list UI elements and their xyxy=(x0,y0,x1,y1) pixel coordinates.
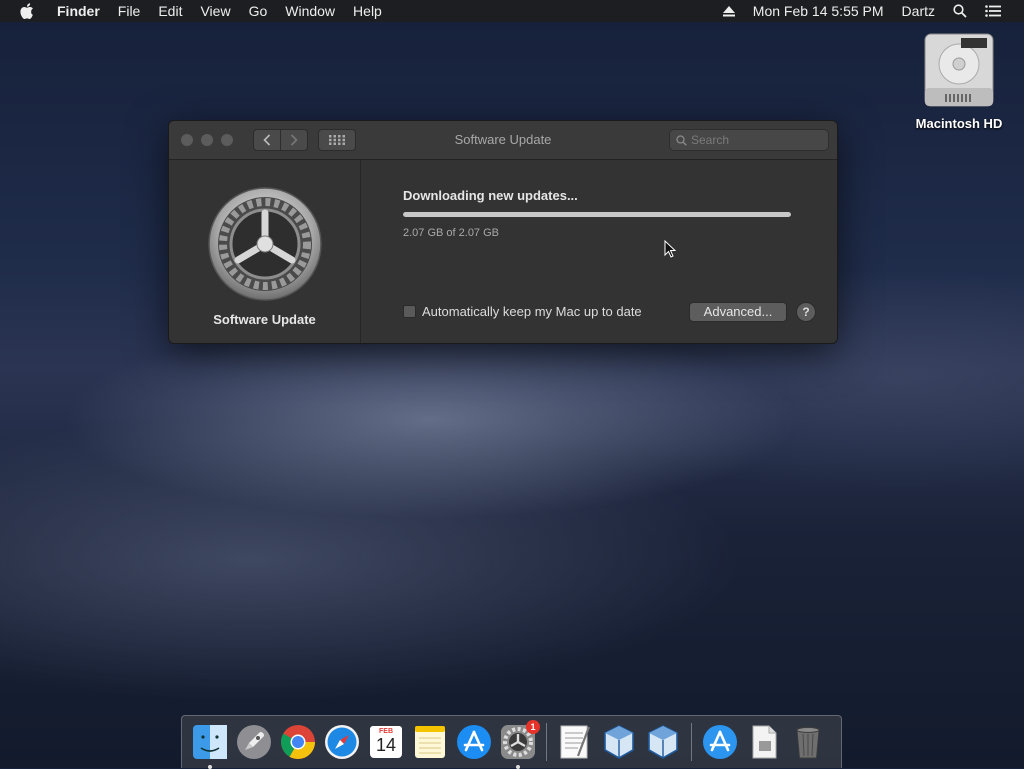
zoom-window-button[interactable] xyxy=(221,134,233,146)
software-update-window: Software Update Search Software Update D… xyxy=(168,120,838,344)
dock-separator xyxy=(691,723,692,761)
menu-user[interactable]: Dartz xyxy=(893,0,944,22)
spotlight-search-icon[interactable] xyxy=(944,4,976,18)
finder-icon xyxy=(193,725,227,759)
dock-system-preferences[interactable]: 1 xyxy=(499,720,540,769)
dock-document[interactable] xyxy=(745,723,783,761)
dock-app-store-downloads[interactable] xyxy=(701,723,739,761)
virtualbox-icon xyxy=(604,725,634,759)
calendar-month: FEB xyxy=(379,728,393,735)
drive-label: Macintosh HD xyxy=(915,116,1003,131)
notification-center-icon[interactable] xyxy=(976,5,1010,17)
auto-update-checkbox[interactable] xyxy=(403,305,416,318)
pane-label: Software Update xyxy=(213,312,316,327)
gear-icon xyxy=(208,187,322,301)
menu-file[interactable]: File xyxy=(109,0,150,22)
app-store-icon xyxy=(457,725,491,759)
forward-button[interactable] xyxy=(281,129,308,151)
dock: FEB 14 1 xyxy=(181,715,842,769)
download-progress-bar xyxy=(403,212,791,217)
menu-app-name[interactable]: Finder xyxy=(48,0,109,22)
update-status-pane: Downloading new updates... 2.07 GB of 2.… xyxy=(361,160,837,343)
search-icon xyxy=(676,134,687,146)
chevron-right-icon xyxy=(290,134,298,146)
hard-drive-icon xyxy=(924,33,994,107)
dock-calendar[interactable]: FEB 14 xyxy=(367,723,405,761)
menu-bar: Finder File Edit View Go Window Help Mon… xyxy=(0,0,1024,22)
window-titlebar[interactable]: Software Update xyxy=(169,121,837,160)
document-icon xyxy=(752,725,777,759)
rocket-icon xyxy=(237,725,271,759)
dock-trash[interactable] xyxy=(789,723,827,761)
preference-pane-sidebar: Software Update xyxy=(169,160,361,343)
download-size-info: 2.07 GB of 2.07 GB xyxy=(403,227,500,239)
mouse-cursor-icon xyxy=(664,240,676,258)
dock-safari[interactable] xyxy=(323,723,361,761)
minimize-window-button[interactable] xyxy=(201,134,213,146)
virtualbox-icon xyxy=(648,725,678,759)
notification-badge: 1 xyxy=(526,720,540,734)
search-field[interactable] xyxy=(669,129,829,151)
dock-virtualbox[interactable] xyxy=(600,723,638,761)
eject-icon[interactable] xyxy=(714,5,744,17)
progress-fill xyxy=(403,212,791,217)
dock-notes[interactable] xyxy=(411,723,449,761)
search-input[interactable] xyxy=(687,133,825,147)
dock-app-store[interactable] xyxy=(455,723,493,761)
dock-finder[interactable] xyxy=(191,723,229,769)
back-button[interactable] xyxy=(253,129,281,151)
menu-window[interactable]: Window xyxy=(276,0,344,22)
dock-virtualbox-vm[interactable] xyxy=(644,723,682,761)
menu-view[interactable]: View xyxy=(191,0,239,22)
advanced-button[interactable]: Advanced... xyxy=(689,302,787,322)
help-button[interactable]: ? xyxy=(796,302,816,322)
app-store-icon xyxy=(703,725,737,759)
auto-update-label[interactable]: Automatically keep my Mac up to date xyxy=(422,304,642,319)
calendar-day: 14 xyxy=(375,735,397,755)
desktop-drive[interactable]: Macintosh HD xyxy=(906,30,1012,131)
show-all-button[interactable] xyxy=(318,129,356,151)
compass-icon xyxy=(325,725,359,759)
chevron-left-icon xyxy=(263,134,271,146)
auto-update-option[interactable]: Automatically keep my Mac up to date xyxy=(403,304,642,319)
textedit-icon xyxy=(560,725,591,759)
grid-icon xyxy=(329,135,345,145)
menu-help[interactable]: Help xyxy=(344,0,391,22)
notes-icon xyxy=(415,726,445,758)
close-window-button[interactable] xyxy=(181,134,193,146)
download-status: Downloading new updates... xyxy=(403,188,578,203)
menu-clock[interactable]: Mon Feb 14 5:55 PM xyxy=(744,0,893,22)
dock-separator xyxy=(546,723,547,761)
apple-menu-icon[interactable] xyxy=(0,3,48,19)
dock-chrome[interactable] xyxy=(279,723,317,761)
menu-go[interactable]: Go xyxy=(240,0,277,22)
menu-edit[interactable]: Edit xyxy=(149,0,191,22)
dock-textedit[interactable] xyxy=(556,723,594,761)
dock-launchpad[interactable] xyxy=(235,723,273,761)
trash-icon xyxy=(796,727,820,759)
chrome-icon xyxy=(281,725,315,759)
